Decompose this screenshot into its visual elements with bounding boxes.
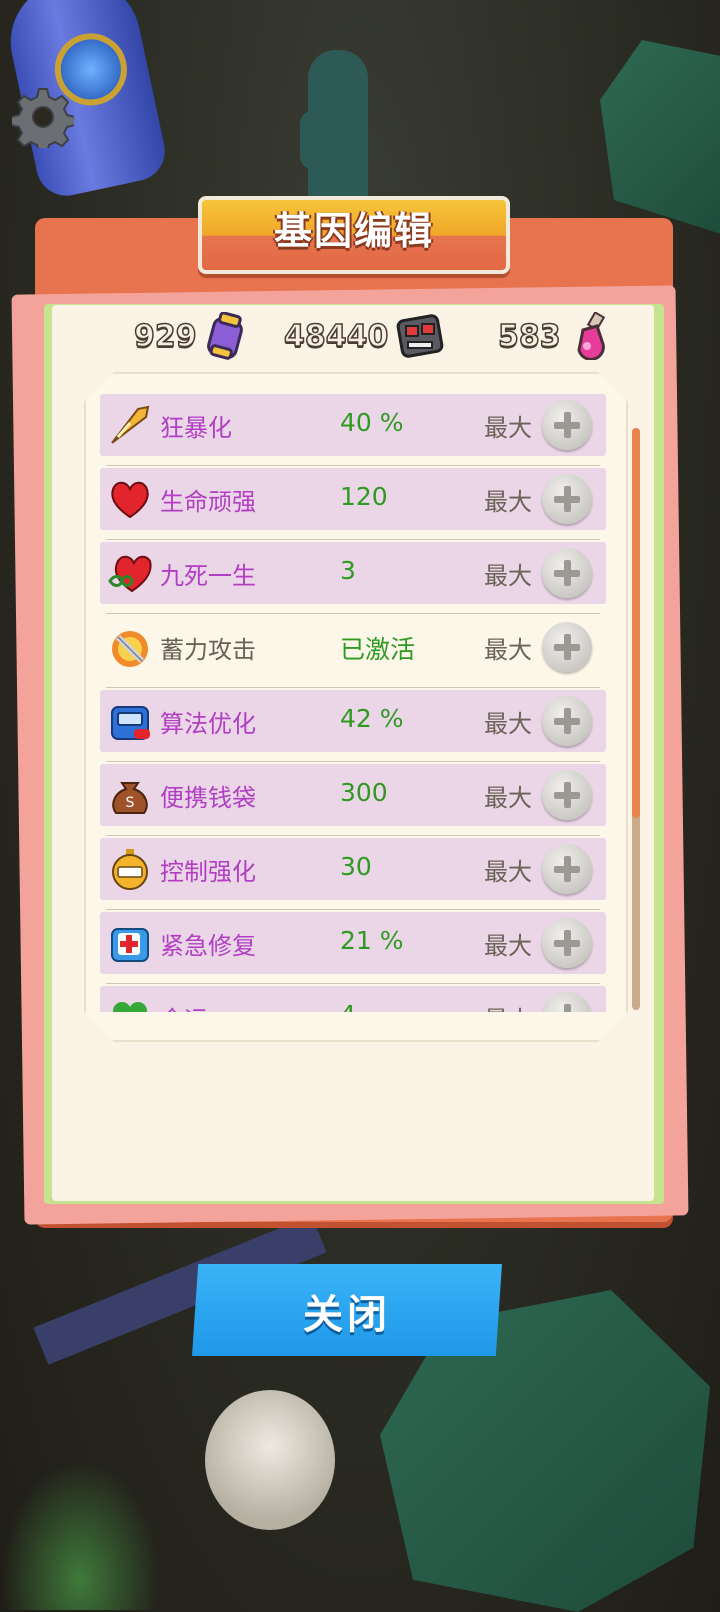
close-button-label: 关闭: [303, 1292, 391, 1338]
upgrade-plus-button[interactable]: [542, 548, 592, 598]
gene-name: 控制强化: [160, 858, 256, 886]
upgrade-plus-button[interactable]: [542, 696, 592, 746]
upgrade-plus-button[interactable]: [542, 400, 592, 450]
upgrade-plus-button[interactable]: [542, 844, 592, 894]
gene-name: 生命顽强: [160, 488, 256, 516]
gene-name: 紧急修复: [160, 932, 256, 960]
list-item: 控制强化 30 最大: [100, 838, 606, 910]
upgrade-plus-button[interactable]: [542, 474, 592, 524]
energy-canister-icon: [206, 312, 243, 360]
title-plate: 基因编辑: [198, 196, 510, 274]
currency-amount: 583: [497, 318, 561, 355]
list-item: 金运 4 最大: [100, 986, 606, 1012]
gene-value: 40 %: [340, 408, 404, 437]
gene-status: 最大: [484, 784, 532, 812]
gene-value: 42 %: [340, 704, 404, 733]
upgrade-plus-button[interactable]: [542, 622, 592, 672]
list-item: 紧急修复 21 % 最大: [100, 912, 606, 984]
gene-name: 便携钱袋: [160, 784, 256, 812]
gene-status: 最大: [484, 636, 532, 664]
flaming-sword-icon: [111, 405, 150, 444]
money-bag-icon: S: [112, 782, 148, 814]
close-button[interactable]: 关闭: [192, 1264, 502, 1356]
list-item: 蓄力攻击 已激活 最大: [100, 616, 606, 688]
potion-flask-icon: [577, 312, 605, 360]
svg-text:S: S: [126, 795, 135, 811]
upgrade-plus-button[interactable]: [542, 918, 592, 968]
gene-status: 最大: [484, 1000, 532, 1012]
gene-status: 最大: [484, 858, 532, 886]
currency-potion: 583: [497, 310, 613, 362]
list-item: 生命顽强 120 最大: [100, 468, 606, 540]
gene-name: 狂暴化: [160, 414, 232, 442]
stopwatch-icon: [112, 849, 148, 890]
currency-amount: 48440: [283, 318, 389, 355]
list-item: 算法优化 42 % 最大: [100, 690, 606, 762]
gene-value: 300: [340, 778, 388, 807]
list-item: 九死一生 3 最大: [100, 542, 606, 614]
infinity-heart-icon: [108, 555, 152, 593]
charged-sword-icon: [112, 631, 148, 667]
gene-status: 最大: [484, 710, 532, 738]
currency-robot: 48440: [283, 310, 444, 362]
heart-icon: [111, 481, 149, 519]
gene-value: 已激活: [340, 635, 416, 664]
sheep-character: [205, 1390, 335, 1530]
gene-value: 4: [340, 1000, 356, 1012]
gene-value: 30: [340, 852, 372, 881]
upgrade-plus-button[interactable]: [542, 992, 592, 1012]
plant-prop: [0, 1460, 160, 1610]
first-aid-kit-icon: [111, 928, 149, 962]
currency-amount: 929: [133, 318, 197, 355]
gene-status: 最大: [484, 488, 532, 516]
upgrade-plus-button[interactable]: [542, 770, 592, 820]
gene-name: 金运: [160, 1000, 208, 1012]
gene-name: 算法优化: [160, 710, 256, 738]
currency-energy: 929: [133, 310, 245, 362]
robot-head-icon: [397, 314, 444, 358]
clover-icon: [113, 1002, 147, 1012]
gene-status: 最大: [484, 932, 532, 960]
gene-status: 最大: [484, 562, 532, 590]
gene-value: 120: [340, 482, 388, 511]
scrollbar-thumb[interactable]: [632, 428, 640, 818]
list-item: 狂暴化 40 % 最大: [100, 394, 606, 466]
gene-list[interactable]: 狂暴化 40 % 最大 生命顽强 120 最大 九死一生 3 最大 蓄力攻击 已…: [98, 392, 612, 1012]
panel-title: 基因编辑: [273, 209, 434, 253]
rock-prop: [600, 40, 720, 240]
cpu-chip-icon: [111, 706, 150, 740]
gene-name: 九死一生: [160, 562, 256, 590]
list-item: S 便携钱袋 300 最大: [100, 764, 606, 836]
gene-name: 蓄力攻击: [160, 636, 256, 664]
gene-status: 最大: [484, 414, 532, 442]
gene-value: 21 %: [340, 926, 404, 955]
gear-icon[interactable]: [12, 86, 74, 148]
gene-value: 3: [340, 556, 356, 585]
